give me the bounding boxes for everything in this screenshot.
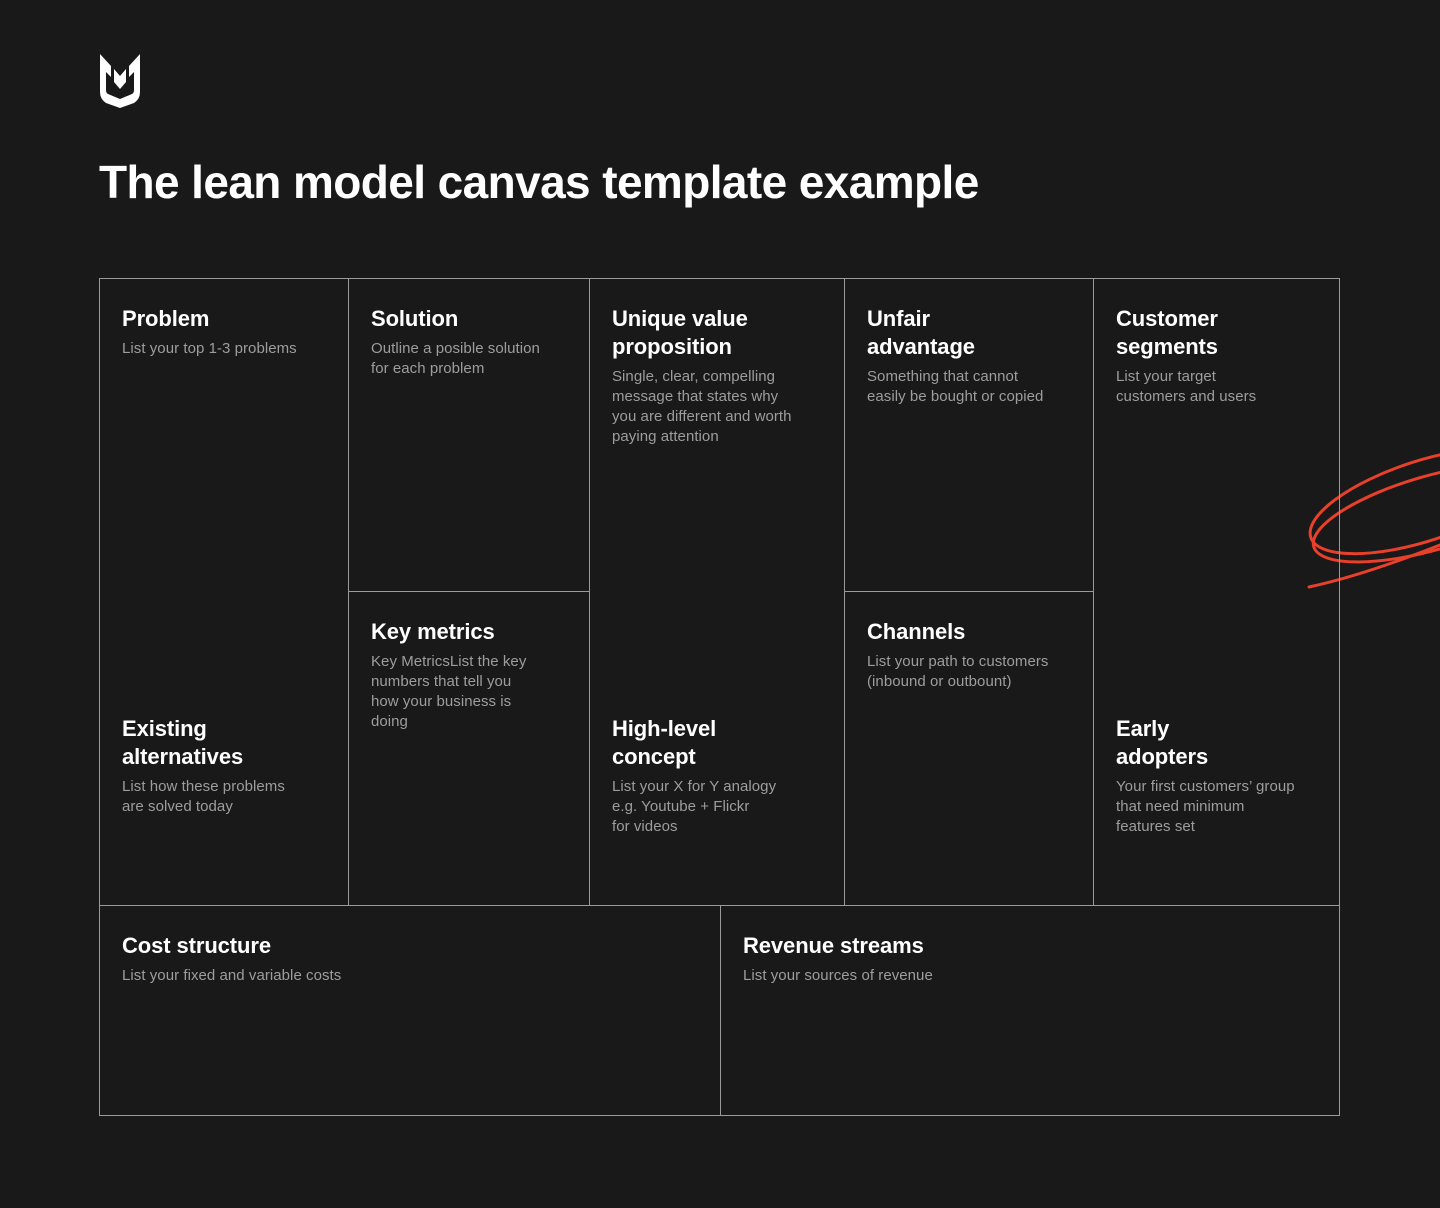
canvas-cell-title: Problem bbox=[122, 306, 210, 331]
canvas-cell-description: List your path to customers (inbound or … bbox=[867, 652, 1049, 690]
canvas-block-customer-segments: Customer segments List your target custo… bbox=[1116, 305, 1317, 407]
canvas-cell-title: Customer segments bbox=[1116, 306, 1218, 359]
canvas-cell-unfair-advantage[interactable]: Unfair advantage Something that cannot e… bbox=[844, 278, 1094, 592]
canvas-cell-solution[interactable]: Solution Outline a posible solution for … bbox=[348, 278, 590, 592]
canvas-cell-channels[interactable]: Channels List your path to customers (in… bbox=[844, 591, 1094, 906]
canvas-cell-title: High-level concept bbox=[612, 716, 717, 770]
lean-canvas-grid: Problem List your top 1-3 problems Exist… bbox=[99, 278, 1340, 1116]
canvas-cell-description: List your target customers and users bbox=[1116, 367, 1257, 405]
canvas-cell-title: Unique value proposition bbox=[612, 306, 748, 359]
canvas-block-problem: Problem List your top 1-3 problems bbox=[122, 305, 326, 359]
canvas-cell-revenue-streams[interactable]: Revenue streams List your sources of rev… bbox=[720, 905, 1340, 1116]
canvas-cell-title: Early adopters bbox=[1116, 716, 1209, 770]
canvas-cell-description: Single, clear, compelling message that s… bbox=[612, 367, 792, 445]
canvas-cell-cost-structure[interactable]: Cost structure List your fixed and varia… bbox=[99, 905, 721, 1116]
canvas-cell-description: Your first customers’ group that need mi… bbox=[1116, 778, 1295, 836]
canvas-cell-title: Key metrics bbox=[371, 619, 495, 644]
canvas-cell-problem[interactable]: Problem List your top 1-3 problems Exist… bbox=[99, 278, 349, 906]
canvas-block-existing-alternatives: Existing alternatives List how these pro… bbox=[122, 715, 326, 817]
canvas-cell-title: Unfair advantage bbox=[867, 306, 975, 359]
canvas-cell-description: Key MetricsList the key numbers that tel… bbox=[371, 652, 527, 730]
brand-logo[interactable] bbox=[98, 52, 142, 108]
canvas-cell-description: List how these problems are solved today bbox=[122, 778, 285, 816]
canvas-cell-title: Cost structure bbox=[122, 933, 271, 958]
canvas-cell-description: Outline a posible solution for each prob… bbox=[371, 339, 540, 377]
canvas-cell-title: Channels bbox=[867, 619, 966, 644]
ms-monogram-shield-logo-icon bbox=[100, 54, 140, 108]
canvas-cell-description: List your top 1-3 problems bbox=[122, 339, 297, 357]
canvas-cell-title: Solution bbox=[371, 306, 459, 331]
canvas-block-cost-structure: Cost structure List your fixed and varia… bbox=[122, 932, 698, 986]
canvas-cell-customer-segments[interactable]: Customer segments List your target custo… bbox=[1093, 278, 1340, 906]
canvas-block-solution: Solution Outline a posible solution for … bbox=[371, 305, 567, 379]
canvas-cell-key-metrics[interactable]: Key metrics Key MetricsList the key numb… bbox=[348, 591, 590, 906]
canvas-cell-unique-value-proposition[interactable]: Unique value proposition Single, clear, … bbox=[589, 278, 845, 906]
canvas-cell-description: List your X for Y analogy e.g. Youtube +… bbox=[612, 778, 777, 836]
canvas-block-key-metrics: Key metrics Key MetricsList the key numb… bbox=[371, 618, 567, 732]
canvas-block-early-adopters: Early adopters Your first customers’ gro… bbox=[1116, 715, 1317, 837]
canvas-cell-title: Revenue streams bbox=[743, 933, 924, 958]
canvas-cell-title: Existing alternatives bbox=[122, 716, 244, 770]
canvas-cell-description: Something that cannot easily be bought o… bbox=[867, 367, 1044, 405]
canvas-block-channels: Channels List your path to customers (in… bbox=[867, 618, 1071, 692]
canvas-block-revenue-streams: Revenue streams List your sources of rev… bbox=[743, 932, 1317, 986]
canvas-block-unique-value-proposition: Unique value proposition Single, clear, … bbox=[612, 305, 822, 447]
canvas-block-unfair-advantage: Unfair advantage Something that cannot e… bbox=[867, 305, 1071, 407]
canvas-block-high-level-concept: High-level concept List your X for Y ana… bbox=[612, 715, 822, 837]
page-title: The lean model canvas template example bbox=[99, 156, 979, 208]
canvas-cell-description: List your sources of revenue bbox=[743, 966, 933, 984]
canvas-cell-description: List your fixed and variable costs bbox=[122, 966, 342, 984]
